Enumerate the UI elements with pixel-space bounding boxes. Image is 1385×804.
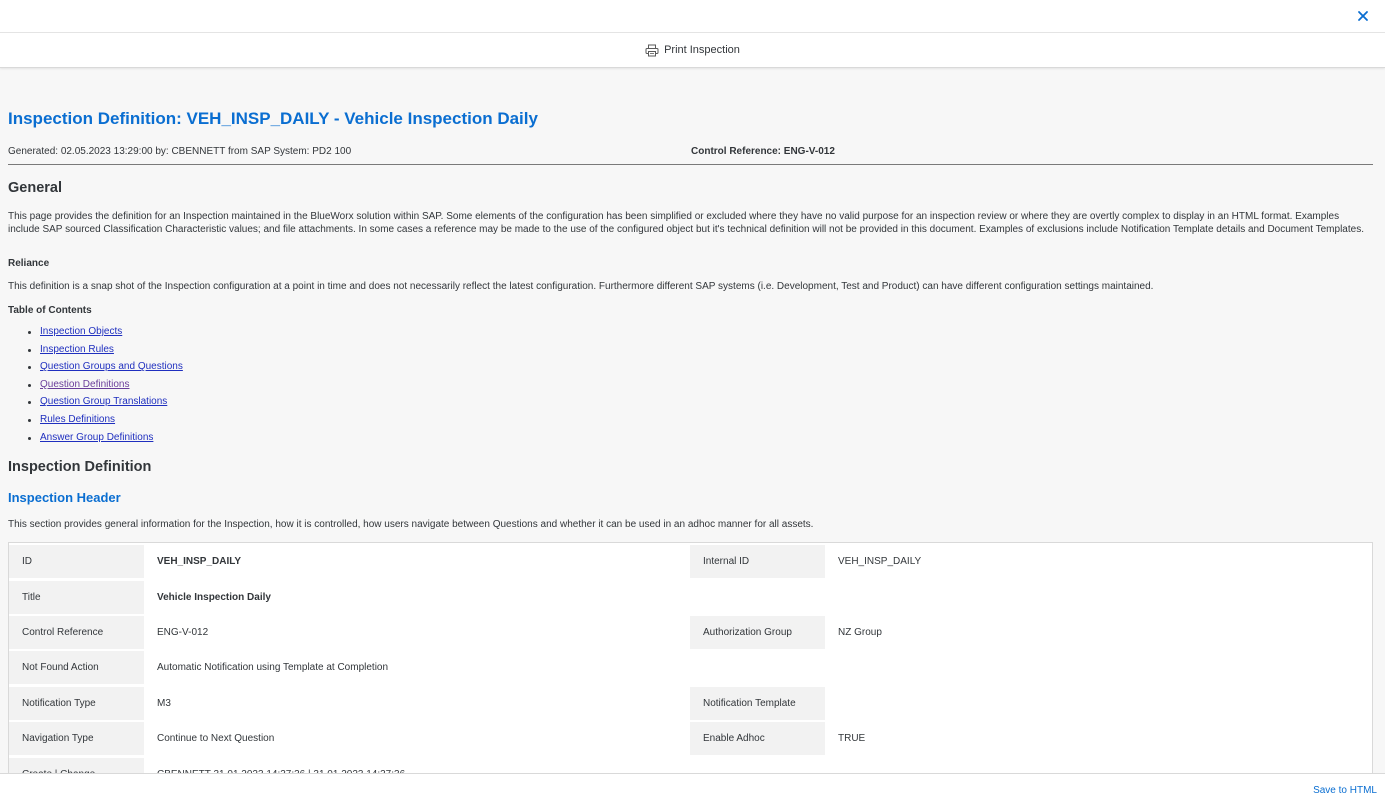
close-icon[interactable] <box>1355 8 1371 24</box>
toc-link-inspection-rules[interactable]: Inspection Rules <box>40 344 114 355</box>
toc-link-rules-definitions[interactable]: Rules Definitions <box>40 414 115 425</box>
authorization-group-label: Authorization Group <box>690 616 825 649</box>
toc-item: Question Groups and Questions <box>26 361 183 379</box>
not-found-action-value: Automatic Notification using Template at… <box>144 651 690 684</box>
toc-link-question-groups[interactable]: Question Groups and Questions <box>40 361 183 372</box>
toc-link-answer-group-definitions[interactable]: Answer Group Definitions <box>40 432 153 443</box>
not-found-action-label: Not Found Action <box>9 651 144 684</box>
page-title: Inspection Definition: VEH_INSP_DAILY - … <box>8 109 538 128</box>
general-text: This page provides the definition for an… <box>8 211 1364 235</box>
print-inspection-label: Print Inspection <box>664 44 740 56</box>
control-reference-label: Control Reference <box>9 616 144 649</box>
toc-link-inspection-objects[interactable]: Inspection Objects <box>40 326 122 337</box>
reliance-text: This definition is a snap shot of the In… <box>8 281 1154 292</box>
internal-id-value: VEH_INSP_DAILY <box>825 545 1365 578</box>
reliance-heading: Reliance <box>8 258 50 269</box>
table-of-contents: Inspection Objects Inspection Rules Ques… <box>26 326 183 449</box>
printer-icon <box>645 44 659 57</box>
title-label: Title <box>9 581 144 614</box>
notification-type-label: Notification Type <box>9 687 144 720</box>
inspection-header-text: This section provides general informatio… <box>8 519 814 530</box>
notification-template-label: Notification Template <box>690 687 825 720</box>
control-reference-value: ENG-V-012 <box>144 616 690 649</box>
dialog-title-bar <box>0 0 1385 33</box>
toc-heading: Table of Contents <box>8 305 92 316</box>
toc-item: Inspection Rules <box>26 344 183 362</box>
id-label: ID <box>9 545 144 578</box>
toc-item: Inspection Objects <box>26 326 183 344</box>
notification-type-value: M3 <box>144 687 690 720</box>
dialog-footer: Save to HTML <box>0 773 1385 804</box>
inspection-header-table: ID VEH_INSP_DAILY Internal ID VEH_INSP_D… <box>8 542 1373 774</box>
dialog-toolbar: Print Inspection <box>0 33 1385 68</box>
generated-info: Generated: 02.05.2023 13:29:00 by: CBENN… <box>8 146 352 157</box>
title-value: Vehicle Inspection Daily <box>144 581 690 614</box>
generation-meta-row: Generated: 02.05.2023 13:29:00 by: CBENN… <box>8 146 1373 165</box>
toc-link-question-definitions[interactable]: Question Definitions <box>40 379 130 390</box>
navigation-type-label: Navigation Type <box>9 722 144 755</box>
general-heading: General <box>8 180 62 196</box>
create-change-label: Create | Change <box>9 758 144 774</box>
inspection-header-heading: Inspection Header <box>8 490 121 505</box>
enable-adhoc-label: Enable Adhoc <box>690 722 825 755</box>
toc-item: Rules Definitions <box>26 414 183 432</box>
notification-template-value <box>825 687 1365 720</box>
enable-adhoc-value: TRUE <box>825 722 1365 755</box>
print-inspection-button[interactable]: Print Inspection <box>645 44 740 57</box>
toc-item: Question Group Translations <box>26 396 183 414</box>
toc-item: Question Definitions <box>26 379 183 397</box>
control-reference: Control Reference: ENG-V-012 <box>691 146 835 157</box>
save-to-html-button[interactable]: Save to HTML <box>1313 785 1377 796</box>
id-value: VEH_INSP_DAILY <box>144 545 690 578</box>
navigation-type-value: Continue to Next Question <box>144 722 690 755</box>
inspection-definition-heading: Inspection Definition <box>8 459 152 475</box>
authorization-group-value: NZ Group <box>825 616 1365 649</box>
create-change-value: CBENNETT 31.01.2023 14:37:36 | 31.01.202… <box>144 758 690 774</box>
toc-item: Answer Group Definitions <box>26 432 183 450</box>
internal-id-label: Internal ID <box>690 545 825 578</box>
document-content[interactable]: Inspection Definition: VEH_INSP_DAILY - … <box>0 78 1385 774</box>
toc-link-question-group-translations[interactable]: Question Group Translations <box>40 396 167 407</box>
